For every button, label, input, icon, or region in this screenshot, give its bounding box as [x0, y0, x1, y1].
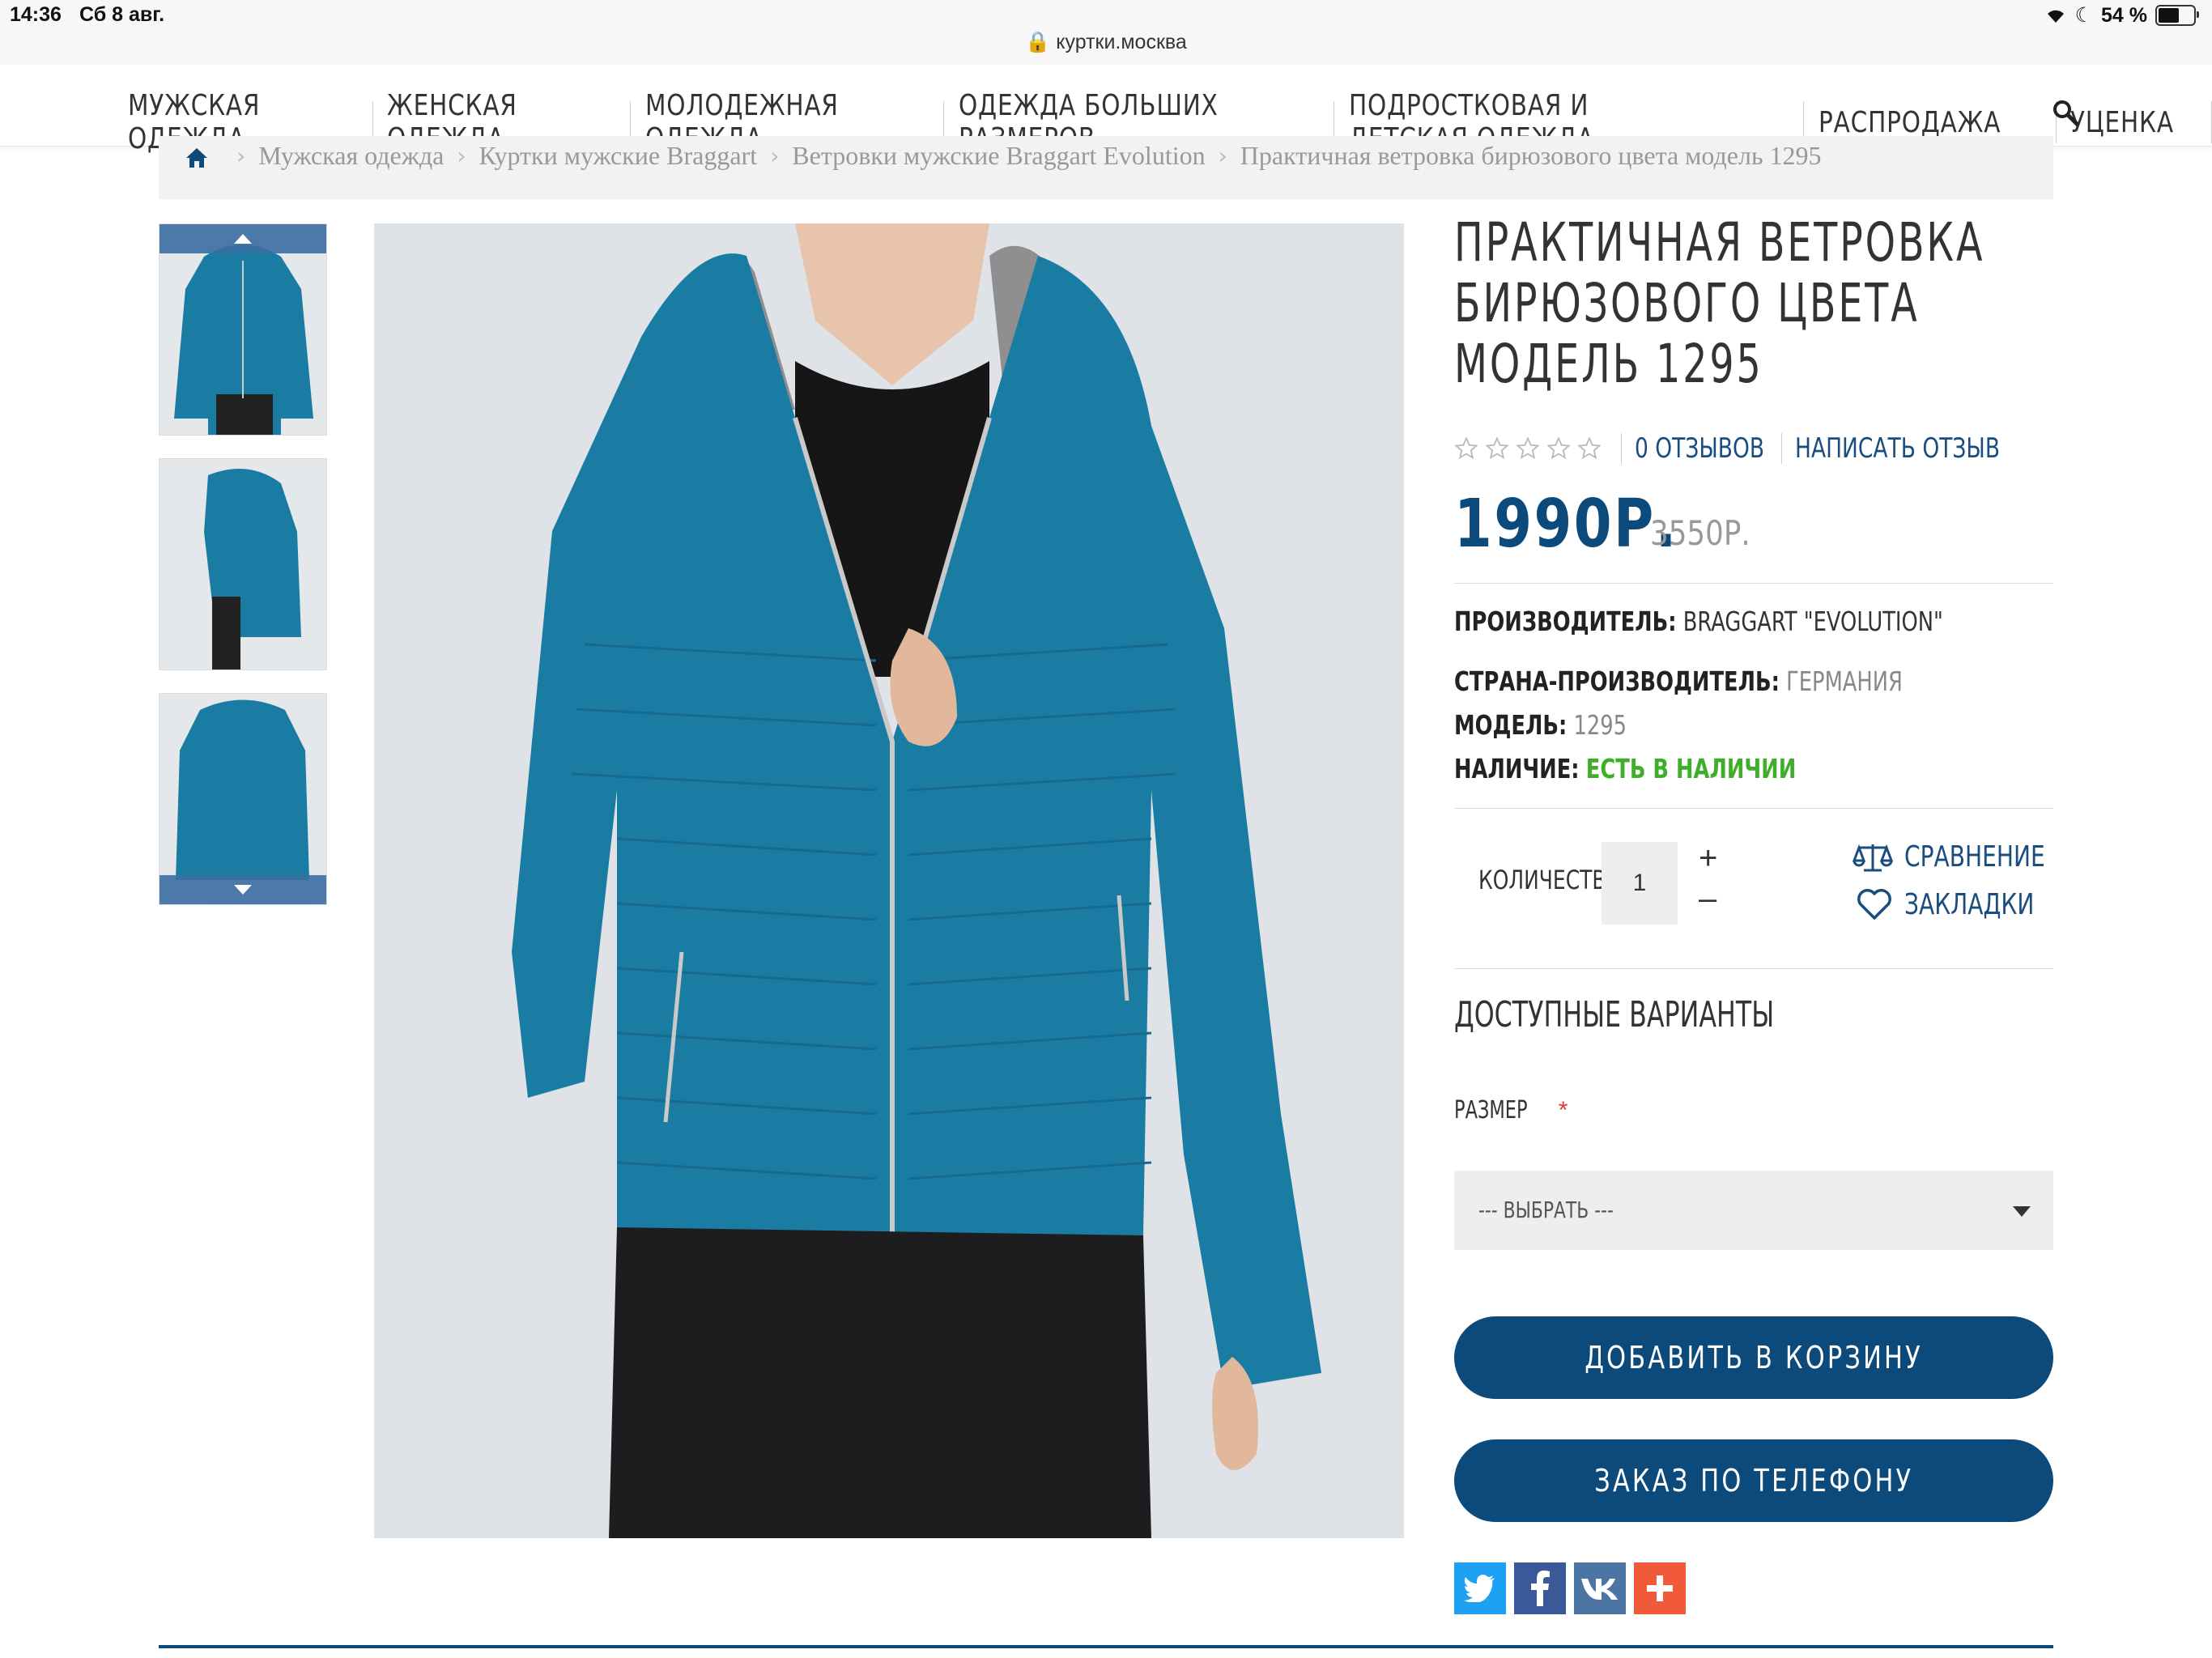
share-plus-icon[interactable] — [1634, 1562, 1686, 1614]
status-indicators: ☾ 54 % — [2044, 3, 2199, 28]
reviews-link[interactable]: 0 ОТЗЫВОВ — [1635, 432, 1801, 465]
manufacturer-link[interactable]: BRAGGART "EVOLUTION" — [1683, 606, 1943, 637]
quantity-input[interactable] — [1602, 842, 1678, 925]
top-navigation: МУЖСКАЯ ОДЕЖДА ЖЕНСКАЯ ОДЕЖДА МОЛОДЕЖНАЯ… — [0, 65, 2212, 170]
battery-icon — [2155, 5, 2199, 26]
search-icon[interactable] — [2052, 99, 2079, 126]
breadcrumb-link[interactable]: Куртки мужские Braggart — [479, 141, 758, 171]
star-empty-icon[interactable] — [1454, 436, 1478, 461]
breadcrumb-link[interactable]: Ветровки мужские Braggart Evolution — [792, 141, 1205, 171]
status-bar: 14:36 Сб 8 авг. 🔒 куртки.москва ☾ 54 % — [0, 0, 2212, 66]
chevron-right-icon: › — [236, 142, 246, 169]
address-bar[interactable]: 🔒 куртки.москва — [0, 31, 2212, 54]
divider — [1454, 808, 2053, 809]
nav-item-sale[interactable]: РАСПРОДАЖА — [1804, 105, 2056, 139]
thumb-scroll-down[interactable] — [160, 875, 326, 904]
scales-icon — [1853, 844, 1893, 871]
size-select[interactable]: --- ВЫБРАТЬ --- — [1454, 1171, 2053, 1250]
spec-manufacturer: ПРОИЗВОДИТЕЛЬ: BRAGGART "EVOLUTION" — [1454, 606, 1943, 637]
compare-link[interactable]: СРАВНЕНИЕ — [1853, 840, 2085, 874]
vk-icon[interactable] — [1574, 1562, 1626, 1614]
star-empty-icon[interactable] — [1516, 436, 1540, 461]
status-time: 14:36 — [10, 3, 62, 26]
star-empty-icon[interactable] — [1546, 436, 1571, 461]
rating-row: 0 ОТЗЫВОВ НАПИСАТЬ ОТЗЫВ — [1454, 432, 2058, 465]
bookmarks-link[interactable]: ЗАКЛАДКИ — [1856, 887, 2071, 921]
phone-order-button[interactable]: ЗАКАЗ ПО ТЕЛЕФОНУ — [1454, 1439, 2053, 1522]
breadcrumb: › Мужская одежда › Куртки мужские Bragga… — [159, 136, 2053, 199]
quantity-increase-button[interactable]: + — [1699, 840, 1717, 877]
status-date: Сб 8 авг. — [79, 3, 165, 26]
rating-divider — [1781, 433, 1783, 464]
thumb-scroll-up[interactable] — [160, 224, 326, 253]
breadcrumb-current: Практичная ветровка бирюзового цвета мод… — [1240, 141, 1822, 170]
required-mark: * — [1558, 1097, 1568, 1124]
divider — [1454, 968, 2053, 969]
moon-icon: ☾ — [2074, 4, 2094, 27]
size-select-value: --- ВЫБРАТЬ --- — [1478, 1197, 1614, 1223]
write-review-link[interactable]: НАПИСАТЬ ОТЗЫВ — [1795, 432, 2057, 465]
variants-heading: ДОСТУПНЫЕ ВАРИАНТЫ — [1454, 994, 1775, 1035]
chevron-down-icon — [234, 885, 252, 895]
jacket-back-image — [160, 694, 326, 904]
size-label: РАЗМЕР * — [1454, 1096, 1568, 1124]
jacket-photo — [374, 223, 1404, 1538]
product-title: ПРАКТИЧНАЯ ВЕТРОВКА БИРЮЗОВОГО ЦВЕТА МОД… — [1454, 211, 1985, 395]
chevron-right-icon: › — [457, 142, 466, 169]
star-empty-icon[interactable] — [1577, 436, 1602, 461]
jacket-side-image — [160, 459, 326, 670]
in-stock-badge: ЕСТЬ В НАЛИЧИИ — [1585, 753, 1797, 784]
breadcrumb-link[interactable]: Мужская одежда — [258, 141, 444, 171]
quantity-decrease-button[interactable]: – — [1699, 881, 1716, 917]
nav-item-discount[interactable]: УЦЕНКА — [2056, 105, 2211, 139]
chevron-down-icon — [2013, 1206, 2031, 1217]
facebook-icon[interactable] — [1514, 1562, 1566, 1614]
battery-percent: 54 % — [2101, 3, 2147, 27]
spec-model: МОДЕЛЬ: 1295 — [1454, 709, 1627, 741]
chevron-up-icon — [234, 234, 252, 244]
chevron-right-icon: › — [770, 142, 780, 169]
spec-availability: НАЛИЧИЕ: ЕСТЬ В НАЛИЧИИ — [1454, 753, 1797, 784]
divider — [1454, 583, 2053, 584]
footer-divider — [159, 1645, 2053, 1648]
jacket-front-image — [160, 224, 326, 435]
thumbnail-back[interactable] — [159, 693, 327, 905]
spec-country: СТРАНА-ПРОИЗВОДИТЕЛЬ: ГЕРМАНИЯ — [1454, 665, 1903, 697]
thumbnail-side[interactable] — [159, 458, 327, 670]
add-to-cart-button[interactable]: ДОБАВИТЬ В КОРЗИНУ — [1454, 1316, 2053, 1399]
star-empty-icon[interactable] — [1485, 436, 1509, 461]
old-price: 3550Р. — [1650, 513, 1750, 553]
product-main-image[interactable] — [374, 223, 1404, 1538]
heart-icon — [1857, 889, 1891, 920]
thumbnail-front[interactable] — [159, 223, 327, 436]
rating-divider — [1621, 433, 1622, 464]
url-text: куртки.москва — [1056, 31, 1187, 53]
twitter-icon[interactable] — [1454, 1562, 1506, 1614]
lock-icon: 🔒 — [1025, 31, 1051, 53]
wifi-icon — [2047, 10, 2064, 23]
chevron-right-icon: › — [1218, 142, 1227, 169]
home-icon[interactable] — [185, 146, 209, 170]
